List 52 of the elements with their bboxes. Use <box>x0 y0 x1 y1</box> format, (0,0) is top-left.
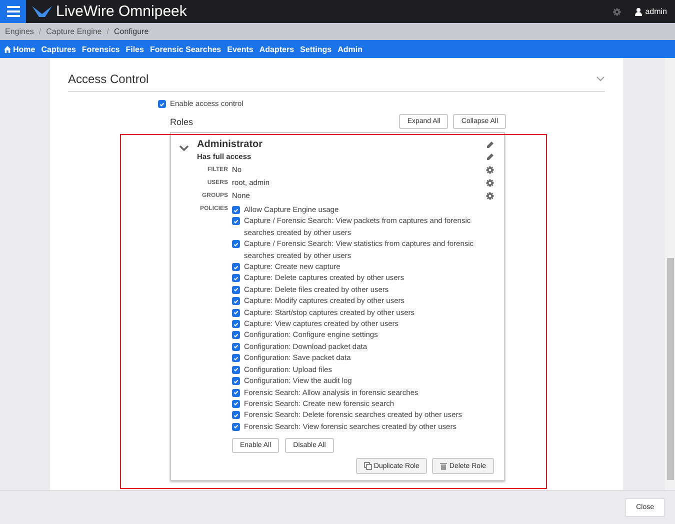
checkbox[interactable] <box>232 240 240 248</box>
menu-icon <box>6 6 20 17</box>
checkbox[interactable] <box>232 400 240 408</box>
nav-link[interactable]: Adapters <box>259 44 294 54</box>
breadcrumb-separator: / <box>106 27 109 36</box>
chevron-icon[interactable] <box>596 76 605 82</box>
roles-title: Roles <box>170 116 194 126</box>
nav-link[interactable]: Admin <box>338 44 362 54</box>
checkbox[interactable] <box>232 274 240 282</box>
section-title: Access Control <box>68 72 149 86</box>
checkbox[interactable] <box>232 388 240 396</box>
nav-link[interactable]: Events <box>227 44 254 54</box>
trash-icon <box>440 462 448 470</box>
nav-link[interactable]: Captures <box>41 44 76 54</box>
nav-link[interactable]: Files <box>126 44 144 54</box>
breadcrumb-item[interactable]: Engines <box>5 27 34 36</box>
gear-icon[interactable] <box>486 178 494 186</box>
checkbox[interactable] <box>232 320 240 328</box>
home-icon <box>4 46 11 52</box>
checkbox[interactable] <box>232 297 240 306</box>
menu-button[interactable] <box>0 0 26 23</box>
checkbox[interactable] <box>232 263 240 272</box>
checkbox[interactable] <box>232 331 240 340</box>
checkbox[interactable] <box>232 342 240 351</box>
breadcrumb-separator: / <box>38 27 42 36</box>
role-name: Administrator <box>197 139 263 150</box>
checkbox[interactable] <box>158 100 166 108</box>
nav-link[interactable]: Home <box>4 44 36 54</box>
nav-link[interactable]: Forensic Searches <box>150 44 222 54</box>
nav-link[interactable]: Forensics <box>82 44 120 54</box>
user-icon <box>635 8 642 16</box>
checkbox[interactable] <box>232 354 240 362</box>
breadcrumb-item[interactable]: Configure <box>114 27 149 36</box>
scrollbar[interactable] <box>665 58 675 490</box>
copy-icon <box>364 462 372 470</box>
checkbox[interactable] <box>232 411 240 420</box>
checkbox[interactable] <box>232 308 240 317</box>
chevron-icon[interactable] <box>179 145 189 152</box>
checkbox[interactable] <box>232 422 240 431</box>
gear-icon[interactable] <box>486 192 494 200</box>
checkbox[interactable] <box>232 206 240 214</box>
checkbox[interactable] <box>232 286 240 294</box>
gear-icon[interactable] <box>486 166 494 174</box>
checkbox[interactable] <box>232 217 240 226</box>
nav-link[interactable]: Settings <box>300 44 332 54</box>
breadcrumb-item[interactable]: Capture Engine <box>46 27 102 36</box>
settings-icon[interactable] <box>613 8 622 16</box>
user-menu[interactable]: admin <box>635 7 667 16</box>
checkbox[interactable] <box>232 366 240 374</box>
bird-logo-icon <box>32 4 52 18</box>
app-title: LiveWire Omnipeek <box>56 3 187 20</box>
checkbox[interactable] <box>232 377 240 386</box>
